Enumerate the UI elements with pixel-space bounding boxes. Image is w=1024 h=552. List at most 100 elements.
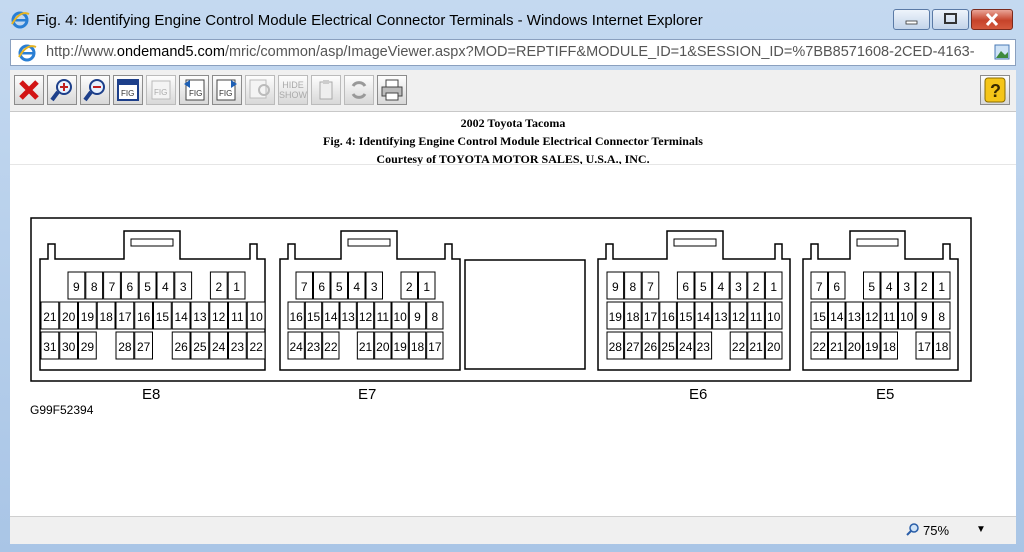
terminal-number: 3 — [903, 280, 910, 294]
terminal-number: 22 — [813, 340, 827, 354]
terminal-number: 4 — [718, 280, 725, 294]
terminal-number: 25 — [193, 340, 207, 354]
terminal-number: 26 — [174, 340, 188, 354]
viewer-toolbar: FIG FIG FIG FIG HIDE SHOW ? — [10, 70, 1016, 112]
terminal-number: 15 — [156, 310, 170, 324]
terminal-number: 8 — [91, 280, 98, 294]
terminal-number: 10 — [767, 310, 781, 324]
terminal-number: 7 — [109, 280, 116, 294]
connector-latch — [130, 238, 174, 247]
terminal-number: 4 — [886, 280, 893, 294]
terminal-number: 17 — [428, 340, 442, 354]
terminal-number: 9 — [921, 310, 928, 324]
close-window-button[interactable] — [971, 9, 1013, 30]
terminal-number: 9 — [73, 280, 80, 294]
terminal-number: 1 — [770, 280, 777, 294]
url-rest: /mric/common/asp/ImageViewer.aspx?MOD=RE… — [224, 44, 975, 60]
terminal-number: 18 — [935, 340, 949, 354]
terminal-number: 5 — [700, 280, 707, 294]
terminal-number: 18 — [626, 310, 640, 324]
terminal-number: 30 — [62, 340, 76, 354]
terminal-number: 23 — [307, 340, 321, 354]
terminal-number: 28 — [118, 340, 132, 354]
terminal-number: 5 — [868, 280, 875, 294]
rotate-icon — [351, 81, 367, 99]
address-bar[interactable]: http://www.ondemand5.com/mric/common/asp… — [10, 39, 1016, 66]
printer-icon — [381, 79, 403, 101]
terminal-number: 4 — [353, 280, 360, 294]
terminal-number: 24 — [212, 340, 226, 354]
terminal-number: 22 — [324, 340, 338, 354]
terminal-number: 20 — [848, 340, 862, 354]
terminal-number: 1 — [423, 280, 430, 294]
terminal-number: 6 — [126, 280, 133, 294]
next-figure-button[interactable]: FIG — [212, 75, 242, 105]
magnifier-icon — [906, 523, 919, 536]
find-figure-button[interactable] — [245, 75, 275, 105]
terminal-number: 21 — [830, 340, 844, 354]
fit-window-icon: FIG — [117, 79, 139, 101]
terminal-number: 20 — [62, 310, 76, 324]
terminal-number: 10 — [249, 310, 263, 324]
terminal-number: 9 — [612, 280, 619, 294]
previous-figure-button[interactable]: FIG — [179, 75, 209, 105]
close-viewer-button[interactable] — [14, 75, 44, 105]
zoom-in-button[interactable] — [47, 75, 77, 105]
terminal-number: 21 — [749, 340, 763, 354]
terminal-number: 3 — [180, 280, 187, 294]
fit-window-button[interactable]: FIG — [113, 75, 143, 105]
terminal-number: 7 — [816, 280, 823, 294]
terminal-number: 5 — [336, 280, 343, 294]
fit-disabled-icon: FIG — [151, 80, 171, 100]
rotate-button[interactable] — [344, 75, 374, 105]
terminal-number: 10 — [393, 310, 407, 324]
image-icon[interactable] — [993, 43, 1011, 61]
print-button[interactable] — [377, 75, 407, 105]
svg-text:FIG: FIG — [189, 89, 202, 98]
terminal-number: 24 — [289, 340, 303, 354]
close-icon — [985, 12, 999, 27]
terminal-number: 19 — [609, 310, 623, 324]
terminal-number: 29 — [81, 340, 95, 354]
terminal-number: 13 — [341, 310, 355, 324]
terminal-number: 1 — [233, 280, 240, 294]
svg-text:?: ? — [990, 81, 1001, 101]
terminal-number: 16 — [289, 310, 303, 324]
terminal-number: 11 — [377, 310, 390, 324]
terminal-number: 21 — [359, 340, 373, 354]
red-x-icon — [19, 80, 39, 100]
terminal-number: 16 — [661, 310, 675, 324]
zoom-in-icon — [50, 79, 72, 102]
connector-diagram: 9 8 7 6 5 4 3 2 121 20 19 18 17 16 15 14 13 12 11 1031 30 29 2… — [30, 217, 972, 382]
terminal-number: 24 — [679, 340, 693, 354]
minimize-button[interactable] — [893, 9, 930, 30]
terminal-number: 22 — [249, 340, 263, 354]
maximize-button[interactable] — [932, 9, 969, 30]
terminal-number: 19 — [865, 340, 879, 354]
terminal-number: 6 — [682, 280, 689, 294]
help-icon: ? — [984, 77, 1006, 103]
terminal-number: 8 — [938, 310, 945, 324]
find-figure-icon — [249, 79, 270, 99]
terminal-number: 13 — [714, 310, 728, 324]
zoom-out-button[interactable] — [80, 75, 110, 105]
terminal-number: 12 — [212, 310, 226, 324]
terminal-number: 18 — [883, 340, 897, 354]
help-button[interactable]: ? — [980, 75, 1010, 105]
terminal-number: 18 — [99, 310, 113, 324]
terminal-number: 21 — [43, 310, 57, 324]
terminal-number: 2 — [753, 280, 760, 294]
terminal-number: 16 — [137, 310, 151, 324]
minimize-icon — [905, 20, 918, 25]
terminal-number: 11 — [883, 310, 896, 324]
clipboard-button[interactable] — [311, 75, 341, 105]
status-bar: 75% ▼ — [10, 516, 1016, 544]
terminal-number: 2 — [921, 280, 928, 294]
hide-show-button[interactable]: HIDE SHOW — [278, 75, 308, 105]
fit-disabled-button[interactable]: FIG — [146, 75, 176, 105]
terminal-number: 8 — [630, 280, 637, 294]
zoom-level[interactable]: 75% — [923, 523, 949, 538]
url-text[interactable]: http://www.ondemand5.com/mric/common/asp… — [46, 44, 986, 60]
terminal-number: 22 — [732, 340, 746, 354]
zoom-dropdown-icon[interactable]: ▼ — [976, 524, 986, 535]
